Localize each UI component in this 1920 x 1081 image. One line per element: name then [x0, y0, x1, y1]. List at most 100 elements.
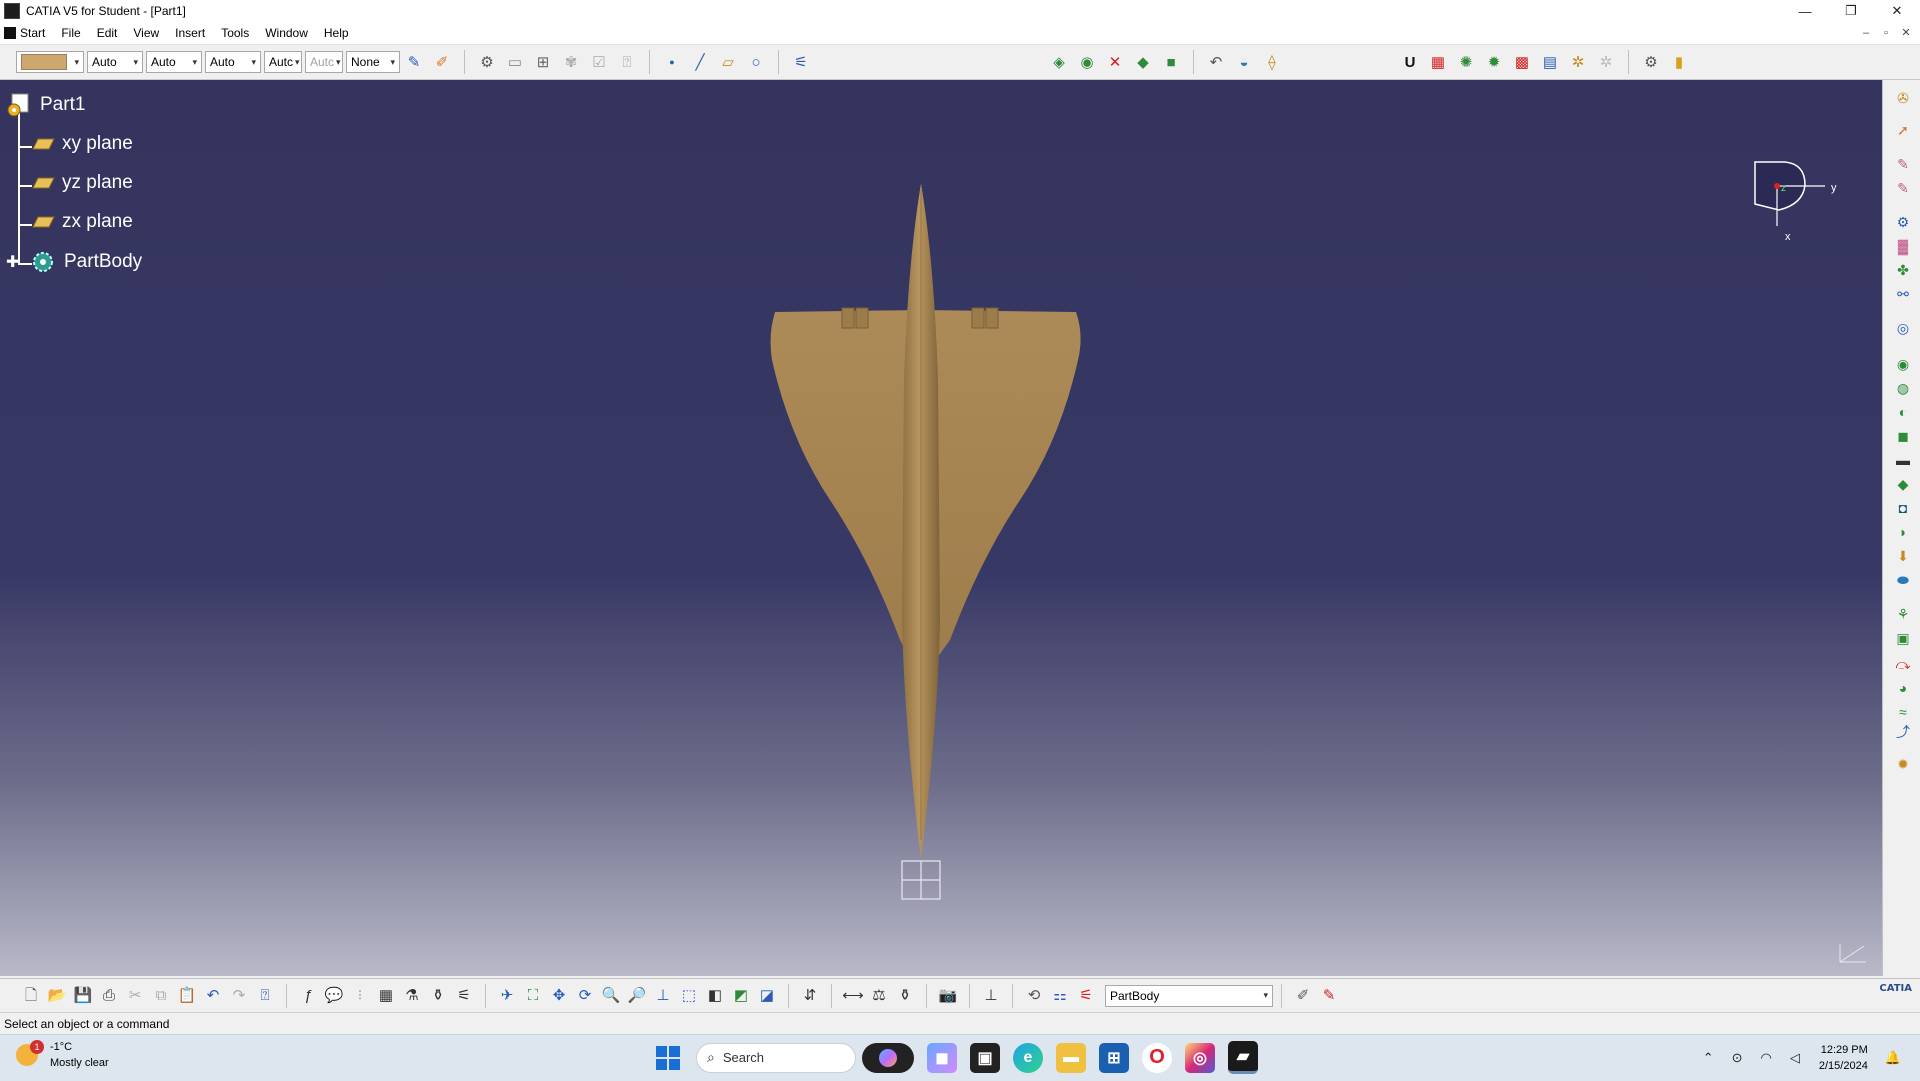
- define-in-work-icon[interactable]: ✎: [1318, 985, 1340, 1007]
- chamfer-feature-icon[interactable]: ◆: [1893, 474, 1913, 494]
- menu-edit[interactable]: Edit: [89, 26, 126, 40]
- tree-node-xy-plane[interactable]: xy plane: [32, 133, 133, 155]
- curve-icon[interactable]: ↶: [1205, 51, 1227, 73]
- mirror-icon[interactable]: ⤴: [1893, 722, 1913, 742]
- wifi-icon[interactable]: ◠: [1761, 1050, 1772, 1066]
- loft-feature-icon[interactable]: ◼: [1893, 426, 1913, 446]
- compass-widget[interactable]: z y x: [1745, 160, 1845, 250]
- comment-icon[interactable]: 💬: [323, 985, 345, 1007]
- expand-plus-icon[interactable]: ✚: [6, 252, 20, 272]
- axis-system-icon[interactable]: ⊥: [980, 985, 1002, 1007]
- graph-icon[interactable]: ⊞: [532, 51, 554, 73]
- menu-help[interactable]: Help: [316, 26, 357, 40]
- tree-node-zx-plane[interactable]: zx plane: [32, 211, 133, 233]
- open-folder-icon[interactable]: 📂: [46, 985, 68, 1007]
- positioned-sketch-icon[interactable]: ✎: [1893, 178, 1913, 198]
- groove-feature-icon[interactable]: ⚯: [1893, 284, 1913, 304]
- pan-icon[interactable]: ✥: [548, 985, 570, 1007]
- current-body-combo[interactable]: PartBody ▾: [1105, 984, 1273, 1007]
- body-tools-icon[interactable]: ⚏: [1049, 985, 1071, 1007]
- split-feature-icon[interactable]: ⚘: [1893, 604, 1913, 624]
- line-type-combo[interactable]: Auto ▾: [205, 51, 261, 73]
- insert-body-icon[interactable]: ⚟: [1075, 985, 1097, 1007]
- shaft-feature-icon[interactable]: ✤: [1893, 260, 1913, 280]
- color-combo[interactable]: ▾: [16, 51, 84, 73]
- part-design-workbench-icon[interactable]: ✇: [1893, 88, 1913, 108]
- volume-icon[interactable]: ◁: [1790, 1050, 1800, 1066]
- pocket-feature-icon[interactable]: ▓: [1893, 236, 1913, 256]
- fillet-feature-icon[interactable]: ▬: [1893, 450, 1913, 470]
- menu-file[interactable]: File: [53, 26, 88, 40]
- point-icon[interactable]: ●: [661, 51, 683, 73]
- 3d-viewport[interactable]: Part1 xy plane yz plane zx plane ✚ PartB…: [0, 80, 1882, 976]
- zoom-in-icon[interactable]: 🔍: [600, 985, 622, 1007]
- thread-feature-icon[interactable]: ⬬: [1893, 570, 1913, 590]
- options-icon[interactable]: ✲: [1595, 51, 1617, 73]
- material-library-icon[interactable]: ▩: [1511, 51, 1533, 73]
- pattern-icon[interactable]: ✹: [1893, 754, 1913, 774]
- menu-view[interactable]: View: [125, 26, 167, 40]
- copilot-icon[interactable]: [862, 1042, 914, 1073]
- design-table-icon[interactable]: ⁝: [349, 985, 371, 1007]
- split-icon[interactable]: ⟠: [1261, 51, 1283, 73]
- knowledge-icon[interactable]: ✾: [560, 51, 582, 73]
- whats-this-icon[interactable]: ⍰: [254, 985, 276, 1007]
- thick-surface-icon[interactable]: ▣: [1893, 628, 1913, 648]
- render-icon[interactable]: ✺: [1455, 51, 1477, 73]
- analysis-chart-icon[interactable]: ▤: [1539, 51, 1561, 73]
- check-icon[interactable]: ☑: [588, 51, 610, 73]
- doc-restore-button[interactable]: ▫: [1876, 22, 1896, 44]
- pad-icon[interactable]: ◈: [1048, 51, 1070, 73]
- rib-feature-icon[interactable]: ◉: [1893, 354, 1913, 374]
- parameter-icon[interactable]: ⟲: [1023, 985, 1045, 1007]
- apply-material-icon[interactable]: ▦: [1427, 51, 1449, 73]
- table-icon[interactable]: ▦: [375, 985, 397, 1007]
- magnet-icon[interactable]: U: [1399, 51, 1421, 73]
- opera-browser-icon[interactable]: O: [1142, 1042, 1172, 1073]
- taskbar-search[interactable]: ⌕ Search: [696, 1042, 856, 1073]
- line-thickness-combo[interactable]: Auto ▾: [146, 51, 202, 73]
- pad-feature-icon[interactable]: ⚙: [1893, 212, 1913, 232]
- weather-widget[interactable]: 1 -1°C Mostly clear: [16, 1039, 109, 1071]
- texture-icon[interactable]: ✹: [1483, 51, 1505, 73]
- measure-inertia-icon[interactable]: ⚱: [894, 985, 916, 1007]
- aircraft-model[interactable]: [0, 80, 1882, 976]
- zoom-out-icon[interactable]: 🔎: [626, 985, 648, 1007]
- draft-feature-icon[interactable]: ◘: [1893, 498, 1913, 518]
- scan-icon[interactable]: ⚟: [453, 985, 475, 1007]
- instagram-icon[interactable]: ◎: [1185, 1042, 1215, 1073]
- language-icon[interactable]: ⊙: [1732, 1050, 1743, 1066]
- properties-icon[interactable]: ⚙: [476, 51, 498, 73]
- remove-icon[interactable]: ✕: [1104, 51, 1126, 73]
- pocket-icon[interactable]: ◉: [1076, 51, 1098, 73]
- close-surface-icon[interactable]: ⤼: [1893, 654, 1913, 674]
- rotate-icon[interactable]: ⟳: [574, 985, 596, 1007]
- menu-window[interactable]: Window: [257, 26, 316, 40]
- menu-tools[interactable]: Tools: [213, 26, 257, 40]
- tree-node-part1[interactable]: Part1: [6, 92, 85, 118]
- shaft-icon[interactable]: ◆: [1132, 51, 1154, 73]
- thickness-feature-icon[interactable]: ⬇: [1893, 546, 1913, 566]
- edge-browser-icon[interactable]: e: [1013, 1042, 1043, 1073]
- catalog-icon[interactable]: ⚙: [1640, 51, 1662, 73]
- menu-start[interactable]: Start: [0, 26, 53, 40]
- plane-icon[interactable]: ▱: [717, 51, 739, 73]
- redo-icon[interactable]: ↷: [228, 985, 250, 1007]
- catia-taskbar-icon[interactable]: ▰: [1228, 1041, 1258, 1074]
- translation-icon[interactable]: ≈: [1893, 702, 1913, 722]
- slot-feature-icon[interactable]: ◍: [1893, 378, 1913, 398]
- normal-view-icon[interactable]: ⊥: [652, 985, 674, 1007]
- select-icon[interactable]: ➚: [1893, 120, 1913, 140]
- restore-button[interactable]: ❐: [1828, 0, 1874, 22]
- painter-icon[interactable]: ✎: [403, 51, 425, 73]
- law-icon[interactable]: ⚗: [401, 985, 423, 1007]
- doc-minimize-button[interactable]: –: [1856, 22, 1876, 44]
- transparency-combo[interactable]: Auto ▾: [87, 51, 143, 73]
- menu-insert[interactable]: Insert: [167, 26, 213, 40]
- widgets-app-icon[interactable]: ◼: [927, 1042, 957, 1073]
- sew-surface-icon[interactable]: ◕: [1893, 678, 1913, 698]
- reorder-icon[interactable]: ✐: [1292, 985, 1314, 1007]
- minimize-button[interactable]: —: [1782, 0, 1828, 22]
- notification-bell-icon[interactable]: 🔔: [1885, 1050, 1901, 1066]
- update-icon[interactable]: ⇵: [799, 985, 821, 1007]
